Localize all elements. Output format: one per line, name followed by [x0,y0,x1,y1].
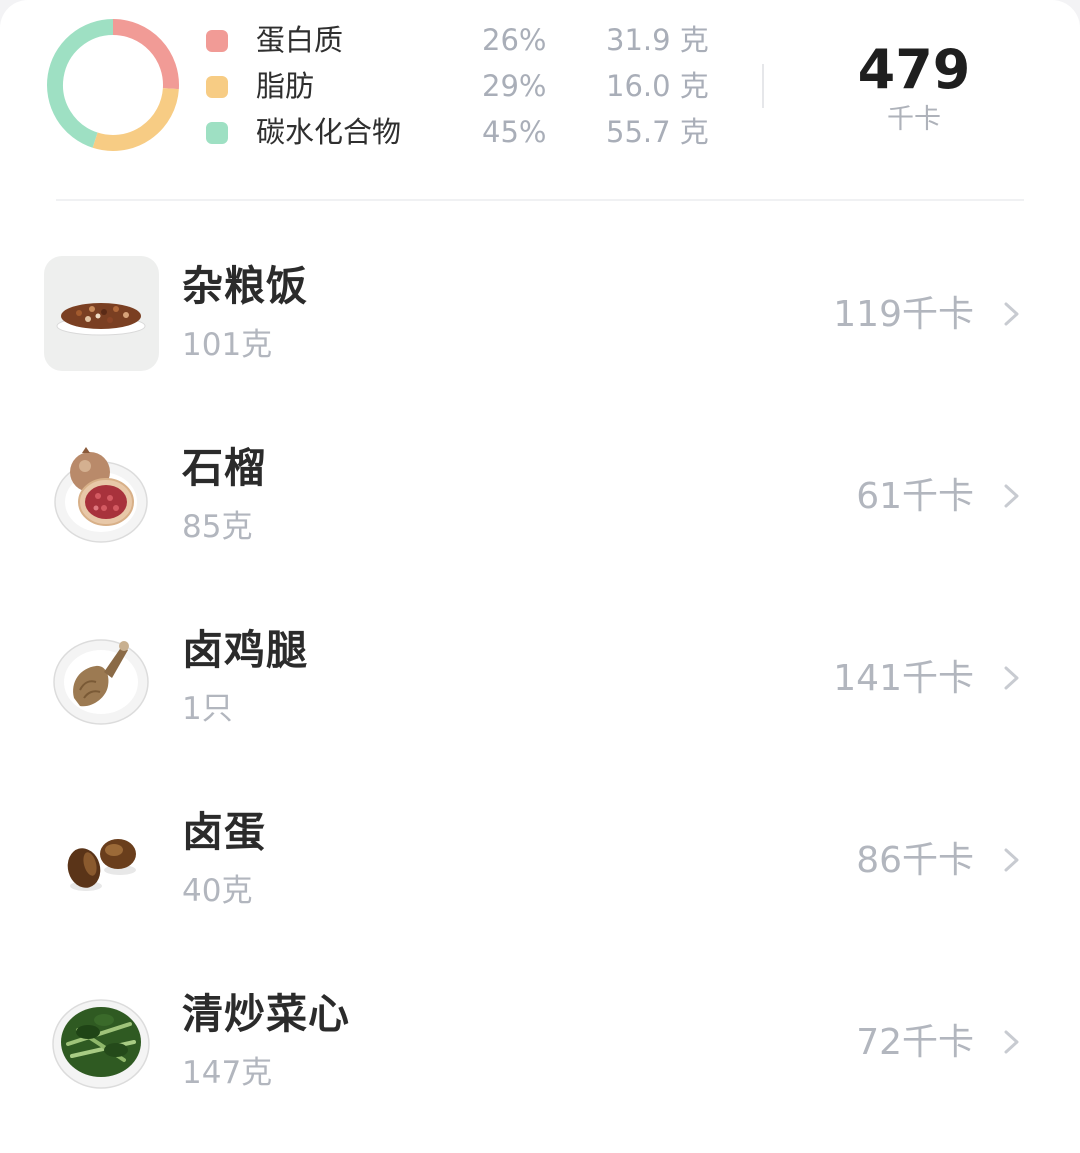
carbs-segment [47,19,114,148]
food-calories: 61千卡 [856,476,974,517]
pomegranate-photo [44,438,159,553]
food-name: 卤蛋 [182,808,266,856]
protein-percent: 26% [482,23,547,57]
food-calories: 119千卡 [833,294,974,335]
food-item-braised-egg[interactable]: 卤蛋 40克 86千卡 [0,802,1080,962]
food-name: 杂粮饭 [182,262,308,310]
protein-label: 蛋白质 [256,23,344,57]
food-weight: 1只 [182,691,233,727]
chevron-right-icon [1004,484,1019,508]
chevron-right-icon [1004,1030,1019,1054]
fat-label: 脂肪 [256,69,315,103]
food-calories: 72千卡 [856,1022,974,1063]
section-divider [56,199,1024,201]
fat-percent: 29% [482,69,547,103]
carbs-amount: 55.7 克 [606,115,709,149]
protein-amount: 31.9 克 [606,23,709,57]
total-calories: 479 [857,38,971,101]
fat-segment [92,87,179,151]
braised-egg-photo [44,802,159,917]
food-item-mixed-grain-rice[interactable]: 杂粮饭 101克 119千卡 [0,256,1080,416]
food-weight: 101克 [182,327,273,363]
food-calories: 86千卡 [856,840,974,881]
meal-detail-card: 蛋白质 26% 31.9 克 脂肪 29% 16.0 克 碳水化合物 45% 5… [0,0,1080,1153]
protein-color-dot [206,30,228,52]
nutrition-summary: 蛋白质 26% 31.9 克 脂肪 29% 16.0 克 碳水化合物 45% 5… [0,0,1080,200]
braised-chicken-leg-photo [44,620,159,735]
mixed-grain-rice-photo [44,256,159,371]
chevron-right-icon [1004,848,1019,872]
food-weight: 147克 [182,1055,273,1091]
protein-segment [112,19,179,90]
legend-row-carbs: 碳水化合物 45% 55.7 克 [206,112,726,152]
carbs-percent: 45% [482,115,547,149]
macro-donut-chart [47,19,179,151]
food-item-braised-chicken-leg[interactable]: 卤鸡腿 1只 141千卡 [0,620,1080,780]
stir-fried-greens-photo [44,984,159,1099]
food-item-pomegranate[interactable]: 石榴 85克 61千卡 [0,438,1080,598]
carbs-label: 碳水化合物 [256,115,402,149]
food-name: 清炒菜心 [182,990,350,1038]
food-weight: 40克 [182,873,253,909]
legend-row-protein: 蛋白质 26% 31.9 克 [206,20,726,60]
fat-color-dot [206,76,228,98]
total-calories-unit: 千卡 [887,104,941,135]
chevron-right-icon [1004,302,1019,326]
food-weight: 85克 [182,509,253,545]
food-name: 卤鸡腿 [182,626,308,674]
carbs-color-dot [206,122,228,144]
summary-divider [762,64,764,108]
food-calories: 141千卡 [833,658,974,699]
food-item-stir-fried-greens[interactable]: 清炒菜心 147克 72千卡 [0,984,1080,1144]
food-name: 石榴 [182,444,266,492]
legend-row-fat: 脂肪 29% 16.0 克 [206,66,726,106]
fat-amount: 16.0 克 [606,69,709,103]
chevron-right-icon [1004,666,1019,690]
